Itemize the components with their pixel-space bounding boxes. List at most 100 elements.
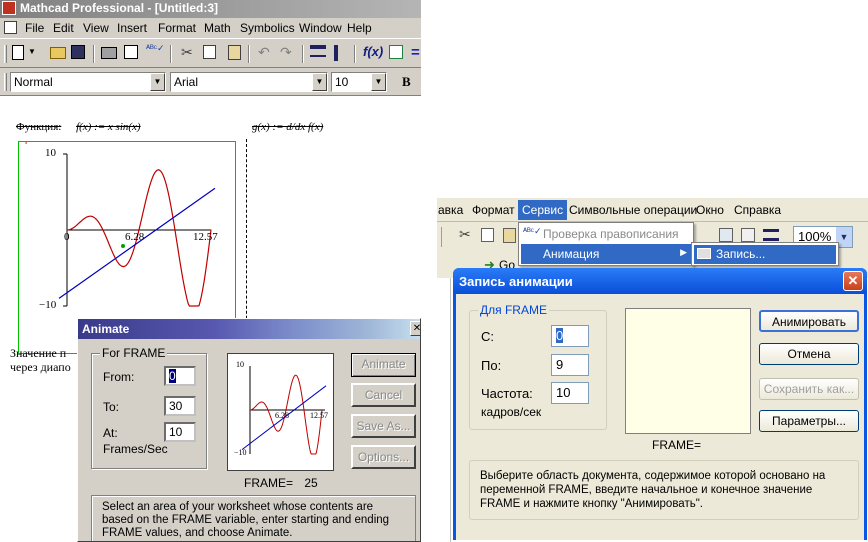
crosshair-icon: + [22,142,30,148]
window-title: Mathcad Professional - [Untitled:3] [20,1,219,15]
spell-check-icon: ᴬᴮᶜ✓ [523,226,542,236]
format-toolbar: Normal ▼ Arial ▼ 10 ▼ B [0,68,421,96]
ru-menu-service[interactable]: Сервис [518,200,568,220]
cancel-button[interactable]: Cancel [351,383,416,407]
ru-menu-symbolic[interactable]: Символьные операции [569,203,697,217]
ru-group-label: Для FRAME [478,303,549,317]
menu-bar: File Edit View Insert Format Math Symbol… [0,18,421,38]
ru-from-input[interactable]: 0 [551,325,589,347]
dropdown-arrow-icon[interactable]: ▼ [312,73,327,91]
cut-icon[interactable]: ✂ [181,44,193,61]
to-input[interactable]: 30 [164,396,196,416]
ru-from-label: С: [481,329,494,344]
at-input[interactable]: 10 [164,422,196,442]
align-down-icon[interactable] [334,45,344,61]
dropdown-arrow-icon[interactable]: ▼ [150,73,165,91]
frame-value: 25 [304,476,318,490]
menu-spellcheck[interactable]: Проверка правописания [543,227,679,241]
print-icon[interactable] [101,47,117,59]
dropdown-arrow-icon[interactable]: ▼ [28,47,36,56]
menu-help[interactable]: Help [347,21,372,35]
copy-format-icon[interactable] [719,228,733,242]
x-zero-label: 0 [64,231,70,243]
dropdown-arrow-icon[interactable]: ▼ [371,73,386,91]
menu-view[interactable]: View [83,21,109,35]
ru-preview-box [625,308,751,434]
align-across-icon[interactable] [310,45,326,57]
save-icon[interactable] [71,45,85,59]
x-max-label: 12.57 [193,231,218,243]
new-icon[interactable] [12,45,24,60]
ru-cancel-button[interactable]: Отмена [759,343,859,365]
record-title: Запись анимации [459,274,573,289]
to-label: To: [103,400,120,414]
ru-to-input[interactable]: 9 [551,354,589,376]
insert-unit-icon[interactable] [389,45,403,59]
ru-to-label: По: [481,358,502,373]
ru-rate-input[interactable]: 10 [551,382,589,404]
font-size-select[interactable]: 10 ▼ [331,72,387,92]
menu-symbolics[interactable]: Symbolics [240,21,295,35]
options-button[interactable]: Options... [351,445,416,469]
ru-menu-format[interactable]: Формат [472,203,515,217]
frame-readout: FRAME= 25 [244,476,318,490]
ru-menu-help[interactable]: Справка [734,203,781,217]
paste-icon[interactable] [228,45,241,60]
close-icon[interactable]: ✕ [410,321,420,336]
menu-format[interactable]: Format [158,21,196,35]
redo-icon[interactable]: ↷ [280,44,292,61]
equals-icon[interactable]: = [411,44,420,61]
menu-record[interactable]: Запись... [694,245,836,264]
undo-icon[interactable]: ↶ [258,44,270,61]
bold-button[interactable]: B [402,74,411,90]
open-icon[interactable] [50,47,66,59]
animate-title: Animate [82,322,130,336]
menu-file[interactable]: File [25,21,44,35]
service-menu: ᴬᴮᶜ✓ Проверка правописания Анимация ▶ [518,222,694,266]
from-input[interactable]: 0 [164,366,196,386]
spell-check-icon[interactable]: ᴬᴮᶜ✓ [146,43,165,54]
close-icon[interactable]: ✕ [843,271,863,291]
title-bar: Mathcad Professional - [Untitled:3] [0,0,421,18]
record-dialog: Запись анимации ✕ Для FRAME С: 0 По: 9 Ч… [453,268,867,540]
font-select[interactable]: Arial ▼ [170,72,328,92]
ru-menu-window[interactable]: Окно [696,203,724,217]
menu-insert[interactable]: Insert [117,21,147,35]
ru-menu-insert[interactable]: авка [438,203,463,217]
camera-icon [697,248,711,259]
preview-x-max: 12.57 [310,411,328,420]
copy-icon[interactable] [481,228,494,242]
preview-x-mid: 6.28 [275,411,289,420]
record-body: Для FRAME С: 0 По: 9 Частота: 10 кадров/… [456,294,864,540]
ru-rate-unit: кадров/сек [481,405,542,419]
ru-params-button[interactable]: Параметры... [759,410,859,432]
align-icon[interactable] [763,229,779,241]
ru-frame-label: FRAME= [652,438,702,452]
menu-animation[interactable]: Анимация ▶ [521,244,691,264]
ru-hint: Выберите область документа, содержимое к… [469,460,859,520]
ru-save-button[interactable]: Сохранить как... [759,378,859,400]
menu-math[interactable]: Math [204,21,231,35]
paste-icon[interactable] [503,228,516,243]
calc-icon[interactable] [741,228,755,242]
animate-hint: Select an area of your worksheet whose c… [91,495,416,541]
menu-edit[interactable]: Edit [53,21,74,35]
insert-function-icon[interactable]: f(x) [363,44,383,59]
doc-icon[interactable] [4,21,17,34]
cut-icon[interactable]: ✂ [459,226,471,243]
style-select[interactable]: Normal ▼ [10,72,166,92]
derivative-text: g(x) := d/dx f(x) [252,121,324,133]
for-frame-group: For FRAME From: 0 To: 30 At: 10 Frames/S… [91,346,207,469]
menu-window[interactable]: Window [299,21,342,35]
ru-rate-label: Частота: [481,386,533,401]
note-text-2: через диапо [10,360,71,374]
copy-icon[interactable] [203,45,216,59]
at-label: At: [103,426,118,440]
print-preview-icon[interactable] [124,45,138,59]
animate-dialog: Animate ✕ For FRAME From: 0 To: 30 At: 1… [77,318,421,542]
animate-button[interactable]: Animate [351,353,416,377]
app-icon [2,1,16,15]
derivative-expr: g(x) := d/dx f(x) [252,121,323,133]
save-as-button[interactable]: Save As... [351,414,416,438]
ru-animate-button[interactable]: Анимировать [759,310,859,332]
